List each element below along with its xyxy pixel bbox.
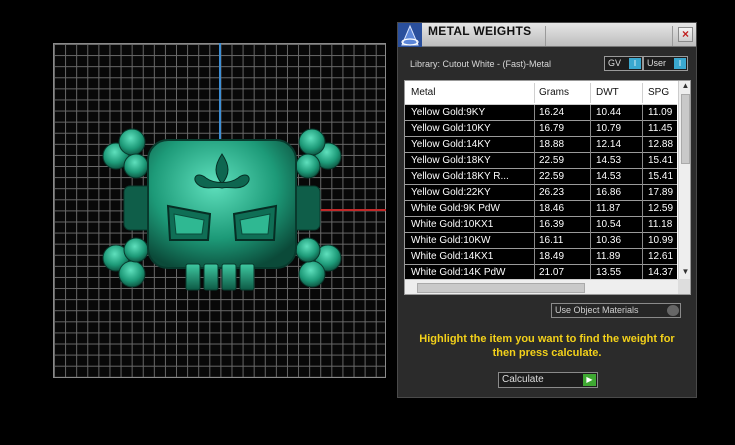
cell-dwt: 14.53: [596, 171, 622, 182]
bone-end-bottom-left: [102, 237, 149, 288]
cell-metal: White Gold:14K PdW: [411, 267, 506, 278]
cell-spg: 11.09: [648, 107, 673, 118]
skull-model[interactable]: [102, 128, 342, 296]
table-row[interactable]: White Gold:9K PdW 18.46 11.87 12.59: [405, 201, 677, 217]
horizontal-scrollbar[interactable]: [405, 279, 678, 294]
cell-grams: 16.24: [539, 107, 565, 118]
gv-toggle[interactable]: GV I: [604, 56, 643, 71]
cell-dwt: 14.53: [596, 155, 622, 166]
table-row[interactable]: White Gold:10KX1 16.39 10.54 11.18: [405, 217, 677, 233]
play-arrow-icon: ▶: [583, 374, 596, 386]
cell-spg: 17.89: [648, 187, 674, 198]
cell-dwt: 12.14: [596, 139, 622, 150]
table-row[interactable]: Yellow Gold:10KY 16.79 10.79 11.45: [405, 121, 677, 137]
cell-metal: Yellow Gold:14KY: [411, 139, 491, 150]
cell-metal: White Gold:14KX1: [411, 251, 494, 262]
gv-toggle-label: GV: [608, 58, 622, 68]
column-header-metal[interactable]: Metal: [411, 87, 435, 98]
column-header-dwt[interactable]: DWT: [596, 87, 619, 98]
cell-metal: Yellow Gold:18KY: [411, 155, 491, 166]
cell-spg: 15.41: [648, 155, 674, 166]
radio-dot-icon: [667, 305, 679, 316]
cell-grams: 22.59: [539, 171, 565, 182]
column-header-spg[interactable]: SPG: [648, 87, 669, 98]
horizontal-scroll-thumb[interactable]: [417, 283, 585, 293]
table-row[interactable]: White Gold:14KX1 18.49 11.89 12.61: [405, 249, 677, 265]
scroll-up-icon[interactable]: ▲: [679, 81, 690, 90]
cell-dwt: 11.87: [596, 203, 621, 214]
cell-spg: 15.41: [648, 171, 674, 182]
cell-spg: 10.99: [648, 235, 674, 246]
toggle-knob-icon: I: [629, 58, 641, 69]
bone-end-bottom-right: [295, 237, 342, 288]
table-row[interactable]: White Gold:10KW 16.11 10.36 10.99: [405, 233, 677, 249]
column-header-grams[interactable]: Grams: [539, 87, 569, 98]
cell-dwt: 16.86: [596, 187, 622, 198]
cell-dwt: 11.89: [596, 251, 621, 262]
calculate-button[interactable]: Calculate ▶: [498, 372, 598, 388]
cell-dwt: 13.55: [596, 267, 622, 278]
table-row[interactable]: Yellow Gold:9KY 16.24 10.44 11.09: [405, 105, 677, 121]
panel-title: METAL WEIGHTS: [428, 24, 532, 38]
library-label: Library: Cutout White - (Fast)-Metal: [410, 59, 552, 69]
cell-grams: 22.59: [539, 155, 565, 166]
use-object-materials-label: Use Object Materials: [555, 305, 639, 315]
table-body: Yellow Gold:9KY 16.24 10.44 11.09 Yellow Gol…: [405, 105, 677, 281]
title-tab-area: [545, 26, 673, 46]
instruction-text: Highlight the item you want to find the …: [419, 333, 675, 359]
cell-grams: 18.88: [539, 139, 565, 150]
cell-spg: 11.18: [648, 219, 673, 230]
table-header: Metal Grams DWT SPG: [405, 81, 677, 105]
bone-end-top-right: [295, 128, 342, 179]
cell-dwt: 10.54: [596, 219, 622, 230]
table-row[interactable]: Yellow Gold:14KY 18.88 12.14 12.88: [405, 137, 677, 153]
app-logo-icon: [398, 23, 422, 47]
metal-table: Metal Grams DWT SPG Yellow Gold:9KY 16.24…: [404, 80, 691, 295]
close-icon[interactable]: ×: [678, 27, 693, 42]
cell-metal: White Gold:9K PdW: [411, 203, 500, 214]
cell-metal: Yellow Gold:18KY R...: [411, 171, 509, 182]
cell-grams: 21.07: [539, 267, 565, 278]
cell-metal: Yellow Gold:9KY: [411, 107, 486, 118]
cell-metal: Yellow Gold:10KY: [411, 123, 491, 134]
use-object-materials-toggle[interactable]: Use Object Materials: [551, 303, 681, 318]
scroll-corner: [678, 279, 690, 294]
cell-spg: 12.61: [648, 251, 674, 262]
user-toggle[interactable]: User I: [643, 56, 688, 71]
calculate-label: Calculate: [502, 374, 544, 385]
cell-metal: White Gold:10KX1: [411, 219, 494, 230]
cell-dwt: 10.36: [596, 235, 622, 246]
cell-spg: 12.88: [648, 139, 674, 150]
table-row[interactable]: Yellow Gold:18KY 22.59 14.53 15.41: [405, 153, 677, 169]
cell-metal: Yellow Gold:22KY: [411, 187, 491, 198]
cell-grams: 16.11: [539, 235, 564, 246]
cell-spg: 14.37: [648, 267, 674, 278]
cell-grams: 18.46: [539, 203, 565, 214]
panel-titlebar[interactable]: METAL WEIGHTS ×: [398, 23, 696, 47]
cell-dwt: 10.79: [596, 123, 622, 134]
user-toggle-label: User: [647, 58, 667, 68]
table-row[interactable]: Yellow Gold:18KY R... 22.59 14.53 15.41: [405, 169, 677, 185]
viewport[interactable]: [0, 0, 400, 445]
cell-grams: 16.79: [539, 123, 565, 134]
cell-grams: 26.23: [539, 187, 565, 198]
toggle-knob-icon: I: [674, 58, 686, 69]
bone-end-top-left: [102, 128, 149, 179]
cell-spg: 11.45: [648, 123, 673, 134]
cell-dwt: 10.44: [596, 107, 622, 118]
vertical-scrollbar[interactable]: ▲ ▼: [678, 81, 690, 279]
cell-spg: 12.59: [648, 203, 674, 214]
scroll-down-icon[interactable]: ▼: [679, 267, 690, 276]
cell-metal: White Gold:10KW: [411, 235, 491, 246]
vertical-scroll-thumb[interactable]: [681, 94, 690, 164]
cell-grams: 18.49: [539, 251, 565, 262]
cell-grams: 16.39: [539, 219, 565, 230]
table-row[interactable]: Yellow Gold:22KY 26.23 16.86 17.89: [405, 185, 677, 201]
metal-weights-panel: METAL WEIGHTS × Library: Cutout White - …: [397, 22, 697, 398]
